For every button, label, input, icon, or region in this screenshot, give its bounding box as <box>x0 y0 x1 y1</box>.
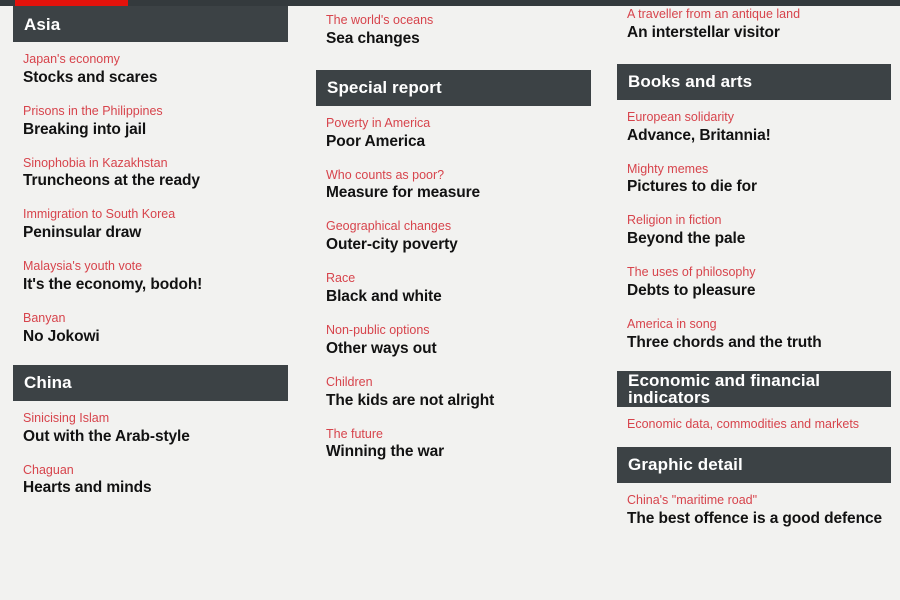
article-rubric[interactable]: Mighty memes <box>617 161 891 178</box>
contents-section: Graphic detail China's "maritime road" The… <box>617 446 891 530</box>
article-rubric[interactable]: Poverty in America <box>316 115 591 132</box>
section-header-title: Special report <box>327 78 442 98</box>
section-header-title: Books and arts <box>628 72 753 92</box>
article-rubric[interactable]: Non-public options <box>316 322 591 339</box>
article-headline[interactable]: No Jokowi <box>13 327 288 348</box>
article-rubric[interactable]: The future <box>316 426 591 443</box>
article-headline[interactable]: The best offence is a good defence <box>617 509 891 530</box>
contents-section: Asia Japan's economy Stocks and scares Pris… <box>13 6 288 348</box>
contents-page: Asia Japan's economy Stocks and scares Pris… <box>0 0 900 600</box>
article-headline[interactable]: The kids are not alright <box>316 391 591 412</box>
article-headline[interactable]: Stocks and scares <box>13 68 288 89</box>
article-rubric[interactable]: Sinophobia in Kazakhstan <box>13 155 288 172</box>
article-headline[interactable]: Winning the war <box>316 442 591 463</box>
contents-section: Special report Poverty in America Poor Ame… <box>316 69 591 464</box>
article-rubric[interactable]: Race <box>316 270 591 287</box>
article-rubric[interactable]: China's "maritime road" <box>617 492 891 509</box>
article-rubric[interactable]: The world's oceans <box>316 12 591 29</box>
article-entry[interactable]: The world's oceans Sea changes <box>316 12 591 50</box>
article-headline[interactable]: Breaking into jail <box>13 120 288 141</box>
article-headline[interactable]: Measure for measure <box>316 183 591 204</box>
article-entry[interactable]: America in song Three chords and the trut… <box>617 316 891 354</box>
article-entry[interactable]: Economic data, commodities and markets <box>617 416 891 433</box>
article-headline[interactable]: Outer-city poverty <box>316 235 591 256</box>
article-entry[interactable]: The uses of philosophy Debts to pleasure <box>617 264 891 302</box>
article-headline[interactable]: Poor America <box>316 132 591 153</box>
section-header-title: Graphic detail <box>628 455 743 475</box>
article-entry[interactable]: A traveller from an antique land An inter… <box>617 6 891 44</box>
article-headline[interactable]: It's the economy, bodoh! <box>13 275 288 296</box>
article-entry[interactable]: Banyan No Jokowi <box>13 310 288 348</box>
article-rubric[interactable]: Sinicising Islam <box>13 410 288 427</box>
article-entry[interactable]: Poverty in America Poor America <box>316 115 591 153</box>
article-entry[interactable]: Non-public options Other ways out <box>316 322 591 360</box>
section-header-title: Economic and financial indicators <box>628 370 821 407</box>
article-headline[interactable]: Beyond the pale <box>617 229 891 250</box>
article-headline[interactable]: Three chords and the truth <box>617 333 891 354</box>
article-entry[interactable]: Chaguan Hearts and minds <box>13 462 288 500</box>
article-entry[interactable]: Immigration to South Korea Peninsular dra… <box>13 206 288 244</box>
section-header-bar[interactable]: China <box>13 364 288 401</box>
article-rubric[interactable]: Prisons in the Philippines <box>13 103 288 120</box>
contents-column-middle: The world's oceans Sea changes Special rep… <box>316 6 591 480</box>
contents-column-left: Asia Japan's economy Stocks and scares Pris… <box>13 6 288 516</box>
section-header-bar[interactable]: Asia <box>13 6 288 42</box>
article-entry[interactable]: European solidarity Advance, Britannia! <box>617 109 891 147</box>
article-entry[interactable]: Japan's economy Stocks and scares <box>13 51 288 89</box>
article-headline[interactable]: Black and white <box>316 287 591 308</box>
article-entry[interactable]: The future Winning the war <box>316 426 591 464</box>
article-rubric[interactable]: Japan's economy <box>13 51 288 68</box>
article-entry[interactable]: Prisons in the Philippines Breaking into … <box>13 103 288 141</box>
contents-section: Economic and financial indicators Economi… <box>617 370 891 433</box>
continued-articles-block: The world's oceans Sea changes <box>316 6 591 50</box>
article-headline[interactable]: Hearts and minds <box>13 478 288 499</box>
article-rubric[interactable]: America in song <box>617 316 891 333</box>
article-rubric[interactable]: Children <box>316 374 591 391</box>
continued-articles-block: A traveller from an antique land An inter… <box>617 6 891 44</box>
article-entry[interactable]: Sinophobia in Kazakhstan Truncheons at th… <box>13 155 288 193</box>
contents-section: Books and arts European solidarity Advance… <box>617 63 891 354</box>
article-entry[interactable]: Mighty memes Pictures to die for <box>617 161 891 199</box>
article-headline[interactable]: Advance, Britannia! <box>617 126 891 147</box>
article-rubric[interactable]: Geographical changes <box>316 218 591 235</box>
article-entry[interactable]: Children The kids are not alright <box>316 374 591 412</box>
article-entry[interactable]: Race Black and white <box>316 270 591 308</box>
article-headline[interactable]: Other ways out <box>316 339 591 360</box>
section-header-title: China <box>24 373 72 393</box>
article-rubric[interactable]: Chaguan <box>13 462 288 479</box>
article-headline[interactable]: Peninsular draw <box>13 223 288 244</box>
section-header-bar[interactable]: Books and arts <box>617 63 891 100</box>
contents-column-right: A traveller from an antique land An inter… <box>617 6 891 543</box>
article-rubric[interactable]: Economic data, commodities and markets <box>617 416 891 433</box>
article-rubric[interactable]: Immigration to South Korea <box>13 206 288 223</box>
article-headline[interactable]: Sea changes <box>316 29 591 50</box>
article-rubric[interactable]: Religion in fiction <box>617 212 891 229</box>
article-entry[interactable]: Geographical changes Outer-city poverty <box>316 218 591 256</box>
contents-section: China Sinicising Islam Out with the Arab-s… <box>13 364 288 500</box>
section-header-bar[interactable]: Economic and financial indicators <box>617 370 891 407</box>
article-entry[interactable]: Malaysia's youth vote It's the economy, b… <box>13 258 288 296</box>
article-rubric[interactable]: The uses of philosophy <box>617 264 891 281</box>
article-headline[interactable]: Truncheons at the ready <box>13 171 288 192</box>
article-entry[interactable]: Who counts as poor? Measure for measure <box>316 167 591 205</box>
section-header-bar[interactable]: Graphic detail <box>617 446 891 483</box>
article-entry[interactable]: Sinicising Islam Out with the Arab-style <box>13 410 288 448</box>
article-headline[interactable]: An interstellar visitor <box>617 23 891 44</box>
article-rubric[interactable]: Who counts as poor? <box>316 167 591 184</box>
article-rubric[interactable]: Malaysia's youth vote <box>13 258 288 275</box>
article-rubric[interactable]: European solidarity <box>617 109 891 126</box>
article-rubric[interactable]: Banyan <box>13 310 288 327</box>
section-header-bar[interactable]: Special report <box>316 69 591 106</box>
article-entry[interactable]: Religion in fiction Beyond the pale <box>617 212 891 250</box>
section-header-title: Asia <box>24 14 61 34</box>
article-entry[interactable]: China's "maritime road" The best offence … <box>617 492 891 530</box>
article-rubric[interactable]: A traveller from an antique land <box>617 6 891 23</box>
article-headline[interactable]: Debts to pleasure <box>617 281 891 302</box>
article-headline[interactable]: Pictures to die for <box>617 177 891 198</box>
article-headline[interactable]: Out with the Arab-style <box>13 427 288 448</box>
